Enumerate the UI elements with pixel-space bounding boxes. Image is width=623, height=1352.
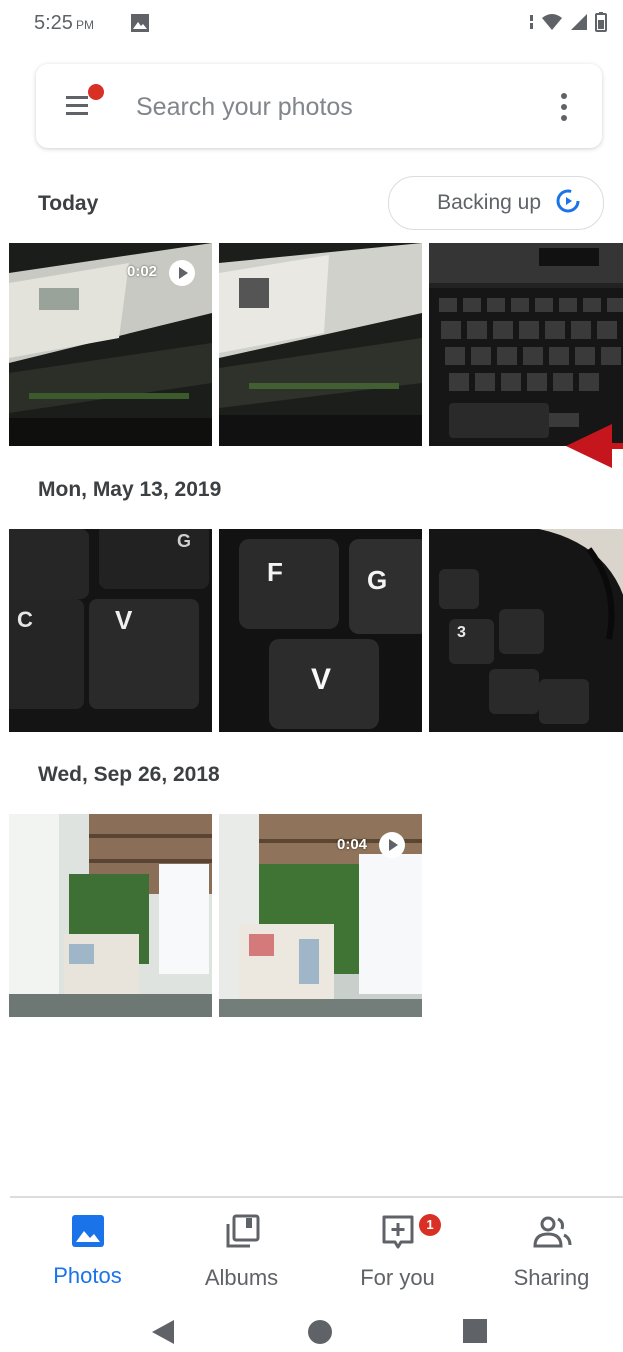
photo-thumbnail[interactable]: 0:04 (219, 814, 422, 1017)
nav-item-photos[interactable]: Photos (10, 1208, 165, 1298)
albums-icon (164, 1214, 319, 1255)
nav-item-sharing[interactable]: Sharing (474, 1208, 623, 1298)
video-duration: 0:02 (127, 263, 158, 280)
more-vert-icon[interactable] (554, 90, 574, 124)
battery-icon (595, 12, 607, 37)
section-title-sep-26-2018: Wed, Sep 26, 2018 (38, 763, 220, 786)
play-icon (169, 260, 195, 286)
svg-text:V: V (115, 605, 133, 635)
home-icon[interactable] (306, 1318, 334, 1351)
svg-text:C: C (17, 607, 33, 632)
play-icon (379, 832, 405, 858)
search-input[interactable] (134, 84, 518, 130)
section-title-may-13-2019: Mon, May 13, 2019 (38, 478, 222, 501)
back-icon[interactable] (150, 1318, 176, 1351)
photo-thumbnail[interactable]: C V G (9, 529, 212, 732)
photo-thumbnail[interactable] (429, 243, 623, 446)
status-time-ampm: PM (75, 18, 94, 32)
svg-text:F: F (267, 557, 283, 587)
photo-thumbnail[interactable]: F G V (219, 529, 422, 732)
notification-dot (88, 84, 104, 100)
menu-icon[interactable] (66, 84, 106, 128)
recents-icon[interactable] (462, 1318, 488, 1349)
nav-label-photos: Photos (53, 1263, 122, 1288)
backup-status-chip[interactable]: Backing up (388, 176, 604, 230)
system-nav-bar (0, 1310, 623, 1352)
section-title-today: Today (38, 192, 99, 215)
svg-text:G: G (367, 565, 387, 595)
signal-icon (569, 13, 589, 36)
image-icon (130, 13, 150, 38)
status-time: 5:25 PM (34, 12, 94, 35)
search-bar[interactable] (36, 64, 602, 148)
photo-thumbnail[interactable]: 0:02 (9, 243, 212, 446)
photo-thumbnail[interactable] (9, 814, 212, 1017)
status-icons (529, 12, 607, 37)
bottom-nav-divider (10, 1196, 623, 1198)
nav-item-for-you[interactable]: For you (320, 1208, 475, 1298)
nav-item-albums[interactable]: Albums (164, 1208, 319, 1298)
svg-text:V: V (311, 663, 331, 696)
nav-label-albums: Albums (204, 1265, 279, 1290)
backup-label: Backing up (437, 191, 541, 214)
annotation-arrow (566, 424, 623, 468)
data-transfer-icon (529, 13, 535, 36)
nav-label-sharing: Sharing (513, 1265, 590, 1290)
photo-thumbnail[interactable] (219, 243, 422, 446)
status-time-value: 5:25 (34, 12, 73, 34)
nav-label-for-you: For you (360, 1265, 435, 1290)
sharing-icon (474, 1214, 623, 1255)
svg-text:3: 3 (457, 624, 466, 641)
wifi-icon (541, 13, 563, 36)
for-you-badge: 1 (419, 1214, 441, 1236)
sync-icon (555, 188, 581, 219)
for-you-icon (320, 1214, 475, 1255)
status-bar: 5:25 PM (0, 0, 623, 48)
video-duration: 0:04 (337, 836, 368, 853)
svg-text:G: G (177, 531, 191, 551)
photos-icon (10, 1214, 165, 1253)
photo-thumbnail[interactable]: 3 (429, 529, 623, 732)
